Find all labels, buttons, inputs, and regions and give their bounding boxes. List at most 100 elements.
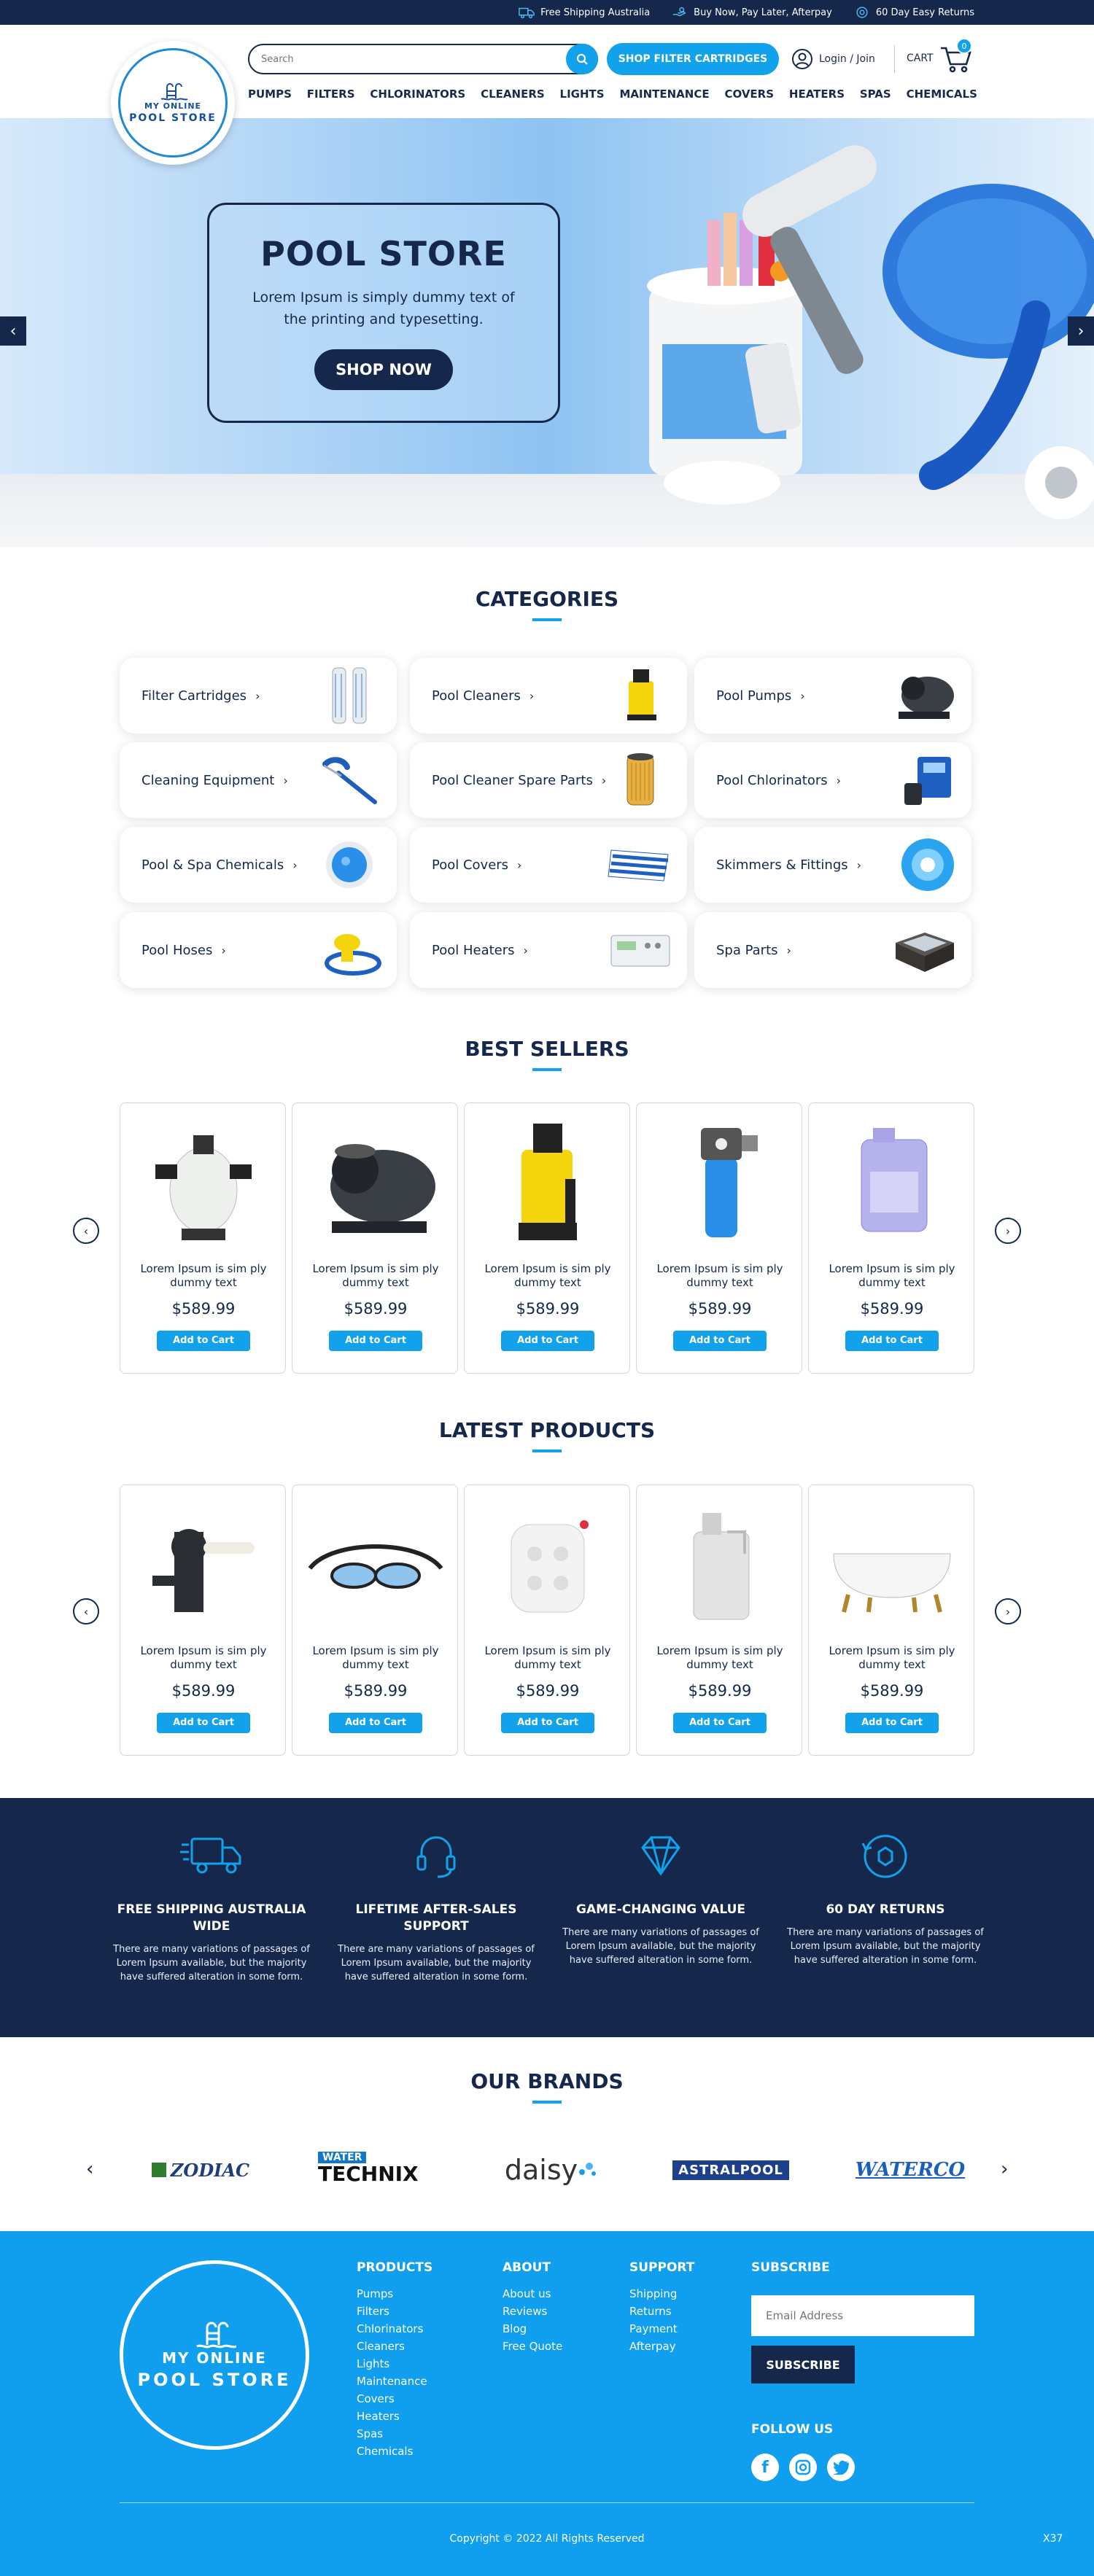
brand-daisy[interactable]: daisy xyxy=(503,2148,598,2192)
footer-link[interactable]: Reviews xyxy=(503,2303,562,2320)
footer-link[interactable]: Free Quote xyxy=(503,2338,562,2355)
product-card[interactable]: Lorem Ipsum is sim ply dummy text $589.9… xyxy=(464,1484,630,1756)
nav-maintenance[interactable]: MAINTENANCE xyxy=(619,87,709,101)
add-to-cart-button[interactable]: Add to Cart xyxy=(157,1331,250,1351)
product-card[interactable]: Lorem Ipsum is sim ply dummy text $589.9… xyxy=(636,1484,802,1756)
user-icon xyxy=(792,49,812,69)
footer-link[interactable]: Heaters xyxy=(357,2408,432,2425)
product-card[interactable]: Lorem Ipsum is sim ply dummy text $589.9… xyxy=(120,1484,286,1756)
main-nav: PUMPS FILTERS CHLORINATORS CLEANERS LIGH… xyxy=(248,87,977,101)
site-logo[interactable]: MY ONLINE POOL STORE xyxy=(111,41,235,165)
brands-next-button[interactable]: › xyxy=(1001,2158,1008,2180)
nav-lights[interactable]: LIGHTS xyxy=(560,87,605,101)
brand-zodiac[interactable]: ZODIAC xyxy=(139,2148,263,2192)
footer-link[interactable]: Chemicals xyxy=(357,2443,432,2460)
brand-water-technix[interactable]: WATER TECHNIX xyxy=(318,2147,435,2190)
category-pool-chlorinators[interactable]: Pool Chlorinators › xyxy=(694,742,971,818)
category-pool-hoses[interactable]: Pool Hoses › xyxy=(120,912,397,988)
nav-filters[interactable]: FILTERS xyxy=(307,87,355,101)
product-card[interactable]: Lorem Ipsum is sim ply dummy text $589.9… xyxy=(636,1102,802,1374)
best-sellers-next-button[interactable]: › xyxy=(995,1218,1021,1244)
float-dispenser-image xyxy=(511,1520,589,1613)
footer-link[interactable]: Spas xyxy=(357,2425,432,2443)
email-field[interactable] xyxy=(751,2295,974,2336)
product-card[interactable]: Lorem Ipsum is sim ply dummy text $589.9… xyxy=(464,1102,630,1374)
chevron-right-icon: › xyxy=(517,857,522,872)
product-card[interactable]: Lorem Ipsum is sim ply dummy text $589.9… xyxy=(292,1484,458,1756)
brand-waterco[interactable]: WATERCO xyxy=(852,2148,969,2192)
latest-products-next-button[interactable]: › xyxy=(995,1598,1021,1624)
brands-prev-button[interactable]: ‹ xyxy=(86,2158,93,2180)
brand-astralpool[interactable]: ASTRALPOOL xyxy=(672,2148,789,2192)
spare-part-cartridge-icon xyxy=(626,753,654,806)
nav-pumps[interactable]: PUMPS xyxy=(248,87,292,101)
bathtub-image xyxy=(833,1553,951,1613)
product-card[interactable]: Lorem Ipsum is sim ply dummy text $589.9… xyxy=(120,1102,286,1374)
facebook-link[interactable]: f xyxy=(751,2454,779,2481)
footer-link[interactable]: Afterpay xyxy=(629,2338,694,2355)
hero-next-button[interactable]: › xyxy=(1068,316,1094,346)
twitter-link[interactable] xyxy=(827,2454,855,2481)
add-to-cart-button[interactable]: Add to Cart xyxy=(845,1331,939,1351)
footer-link[interactable]: Cleaners xyxy=(357,2338,432,2355)
category-skimmers-fittings[interactable]: Skimmers & Fittings › xyxy=(694,827,971,903)
add-to-cart-button[interactable]: Add to Cart xyxy=(157,1713,250,1733)
category-pool-heaters[interactable]: Pool Heaters › xyxy=(410,912,687,988)
feature-text: There are many variations of passages of… xyxy=(338,1944,535,1982)
chevron-right-icon: › xyxy=(601,773,607,787)
login-link[interactable]: Login / Join xyxy=(791,48,875,70)
product-card[interactable]: Lorem Ipsum is sim ply dummy text $589.9… xyxy=(808,1484,974,1756)
category-pool-spa-chemicals[interactable]: Pool & Spa Chemicals › xyxy=(120,827,397,903)
add-to-cart-button[interactable]: Add to Cart xyxy=(501,1331,594,1351)
search-button[interactable] xyxy=(566,44,598,74)
nav-heaters[interactable]: HEATERS xyxy=(789,87,845,101)
nav-cleaners[interactable]: CLEANERS xyxy=(481,87,545,101)
footer-link[interactable]: Blog xyxy=(503,2320,562,2338)
footer-column-title: ABOUT xyxy=(503,2260,551,2275)
shop-filter-cartridges-button[interactable]: SHOP FILTER CARTRIDGES xyxy=(607,43,779,75)
footer-link[interactable]: Filters xyxy=(357,2303,432,2320)
category-pool-pumps[interactable]: Pool Pumps › xyxy=(694,658,971,734)
product-card[interactable]: Lorem Ipsum is sim ply dummy text $589.9… xyxy=(292,1102,458,1374)
add-to-cart-button[interactable]: Add to Cart xyxy=(501,1713,594,1733)
add-to-cart-button[interactable]: Add to Cart xyxy=(673,1713,767,1733)
chevron-right-icon: › xyxy=(856,857,862,872)
category-pool-cleaners[interactable]: Pool Cleaners › xyxy=(410,658,687,734)
search-input[interactable] xyxy=(261,53,553,65)
category-pool-covers[interactable]: Pool Covers › xyxy=(410,827,687,903)
footer-about-column: ABOUT About us Reviews Blog Free Quote xyxy=(503,2260,562,2355)
footer-products-column: PRODUCTS Pumps Filters Chlorinators Clea… xyxy=(357,2260,432,2460)
footer-logo[interactable]: MY ONLINE POOL STORE xyxy=(120,2260,309,2450)
zodiac-logo-mark xyxy=(151,2163,166,2177)
latest-products-prev-button[interactable]: ‹ xyxy=(73,1598,99,1624)
hero-prev-button[interactable]: ‹ xyxy=(0,316,26,346)
nav-spas[interactable]: SPAS xyxy=(860,87,891,101)
category-spa-parts[interactable]: Spa Parts › xyxy=(694,912,971,988)
footer-link[interactable]: Covers xyxy=(357,2390,432,2408)
instagram-link[interactable] xyxy=(789,2454,817,2481)
shop-now-button[interactable]: SHOP NOW xyxy=(314,349,453,390)
footer-link[interactable]: Payment xyxy=(629,2320,694,2338)
footer-link[interactable]: About us xyxy=(503,2285,562,2303)
nav-chlorinators[interactable]: CHLORINATORS xyxy=(370,87,465,101)
category-filter-cartridges[interactable]: Filter Cartridges › xyxy=(120,658,397,734)
best-sellers-prev-button[interactable]: ‹ xyxy=(73,1218,99,1244)
nav-chemicals[interactable]: CHEMICALS xyxy=(907,87,977,101)
subscribe-button[interactable]: SUBSCRIBE xyxy=(751,2346,855,2384)
add-to-cart-button[interactable]: Add to Cart xyxy=(673,1331,767,1351)
product-price: $589.99 xyxy=(688,1682,752,1700)
footer-link[interactable]: Lights xyxy=(357,2355,432,2373)
add-to-cart-button[interactable]: Add to Cart xyxy=(329,1331,422,1351)
footer-link[interactable]: Pumps xyxy=(357,2285,432,2303)
category-cleaning-equipment[interactable]: Cleaning Equipment › xyxy=(120,742,397,818)
add-to-cart-button[interactable]: Add to Cart xyxy=(329,1713,422,1733)
footer-link[interactable]: Chlorinators xyxy=(357,2320,432,2338)
nav-covers[interactable]: COVERS xyxy=(724,87,774,101)
product-card[interactable]: Lorem Ipsum is sim ply dummy text $589.9… xyxy=(808,1102,974,1374)
footer-link[interactable]: Shipping xyxy=(629,2285,694,2303)
add-to-cart-button[interactable]: Add to Cart xyxy=(845,1713,939,1733)
footer-link[interactable]: Maintenance xyxy=(357,2373,432,2390)
footer-link[interactable]: Returns xyxy=(629,2303,694,2320)
category-pool-cleaner-spare-parts[interactable]: Pool Cleaner Spare Parts › xyxy=(410,742,687,818)
pool-pump-image xyxy=(330,1144,435,1233)
